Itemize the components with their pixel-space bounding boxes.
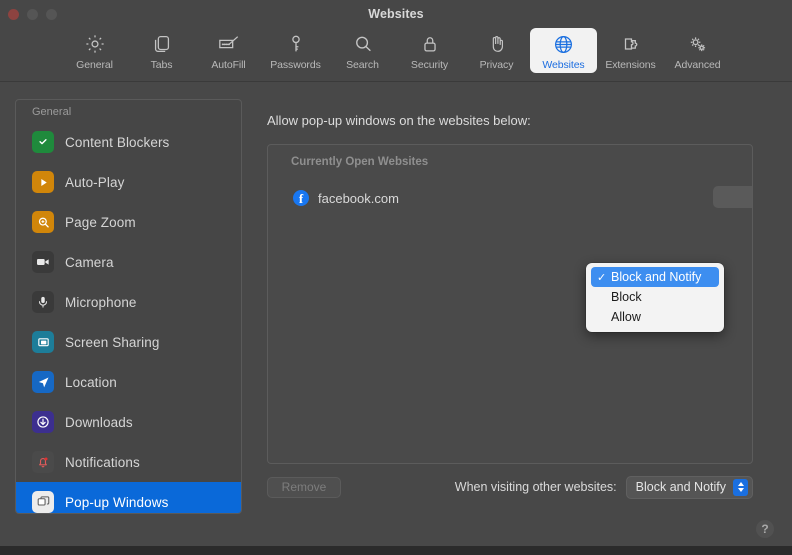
sidebar-item-label: Page Zoom [65,214,136,230]
toolbar-item-label: Search [346,59,379,71]
toolbar-item-autofill[interactable]: AutoFill [195,28,262,73]
default-setting-group: When visiting other websites: Block and … [454,475,753,499]
hand-icon [486,31,508,57]
autofill-icon [217,31,241,57]
gear-icon [84,31,106,57]
sidebar-item-content-blockers[interactable]: Content Blockers [16,122,241,162]
sidebar-item-label: Pop-up Windows [65,494,169,510]
sidebar-item-microphone[interactable]: Microphone [16,282,241,322]
microphone-icon [32,291,54,313]
preferences-content: General Content Blockers Auto-Play Page … [0,83,792,546]
toolbar-item-label: Passwords [270,59,321,71]
toolbar-item-label: AutoFill [211,59,246,71]
help-button[interactable]: ? [756,520,774,538]
remove-button[interactable]: Remove [267,476,341,498]
toolbar-item-label: Websites [542,59,585,71]
toolbar-item-general[interactable]: General [61,28,128,73]
tabs-icon [151,31,173,57]
toolbar-item-tabs[interactable]: Tabs [128,28,195,73]
camera-icon [32,251,54,273]
websites-sidebar: General Content Blockers Auto-Play Page … [15,99,242,514]
windows-icon [32,491,54,513]
toolbar-item-passwords[interactable]: Passwords [262,28,329,73]
menu-item-allow[interactable]: Allow [591,307,719,327]
puzzle-icon [620,31,642,57]
sidebar-item-pop-up-windows[interactable]: Pop-up Windows [16,482,241,513]
toolbar-item-label: Tabs [150,59,173,71]
gears-icon [686,31,709,57]
menu-item-label: Block and Notify [611,270,702,284]
magnifier-icon [352,31,374,57]
sidebar-item-label: Camera [65,254,114,270]
menu-item-block[interactable]: Block [591,287,719,307]
toolbar-item-label: Security [410,59,449,71]
default-setting-select[interactable]: Block and Notify [625,475,753,499]
toolbar-item-label: Extensions [605,59,656,71]
toolbar-item-privacy[interactable]: Privacy [463,28,530,73]
site-name: facebook.com [318,190,399,206]
sidebar-item-label: Location [65,374,117,390]
menu-item-block-and-notify[interactable]: ✓ Block and Notify [591,267,719,287]
sidebar-item-label: Microphone [65,294,137,310]
lock-icon [419,31,441,57]
table-row[interactable]: f facebook.com [268,181,752,215]
sidebar-item-downloads[interactable]: Downloads [16,402,241,442]
checkmark-icon: ✓ [597,271,607,284]
sidebar-section-header: General [32,106,72,118]
list-group-header: Currently Open Websites [291,156,429,168]
sidebar-item-auto-play[interactable]: Auto-Play [16,162,241,202]
sidebar-item-label: Notifications [65,454,140,470]
location-arrow-icon [32,371,54,393]
toolbar-item-label: General [76,59,113,71]
site-setting-popup-button[interactable] [713,186,752,208]
sidebar-item-camera[interactable]: Camera [16,242,241,282]
toolbar-item-search[interactable]: Search [329,28,396,73]
toolbar-item-label: Advanced [674,59,721,71]
page-title: Allow pop-up windows on the websites bel… [267,113,531,128]
facebook-icon: f [293,190,309,206]
preferences-toolbar: General Tabs AutoFill Passwords Search S… [0,28,792,82]
zoom-in-icon [32,211,54,233]
toolbar-item-label: Privacy [479,59,514,71]
window-bottom-edge [0,546,792,555]
sidebar-item-label: Downloads [65,414,133,430]
sidebar-item-label: Content Blockers [65,134,170,150]
default-setting-value: Block and Notify [635,480,726,494]
download-icon [32,411,54,433]
preferences-window: Websites General Tabs AutoFill Passwords… [0,0,792,546]
screen-share-icon [32,331,54,353]
play-icon [32,171,54,193]
site-setting-dropdown-menu[interactable]: ✓ Block and Notify Block Allow [586,263,724,332]
sidebar-item-label: Screen Sharing [65,334,160,350]
list-footer: Remove When visiting other websites: Blo… [267,474,753,500]
chevron-up-down-icon[interactable] [733,478,748,496]
window-title: Websites [368,7,424,21]
key-icon [285,31,307,57]
menu-item-label: Block [611,290,642,304]
sidebar-item-label: Auto-Play [65,174,125,190]
shield-check-icon [32,131,54,153]
sidebar-item-notifications[interactable]: Notifications [16,442,241,482]
bell-icon [32,451,54,473]
toolbar-item-security[interactable]: Security [396,28,463,73]
sidebar-item-location[interactable]: Location [16,362,241,402]
sidebar-item-page-zoom[interactable]: Page Zoom [16,202,241,242]
globe-icon [552,31,575,57]
toolbar-item-extensions[interactable]: Extensions [597,28,664,73]
toolbar-item-websites[interactable]: Websites [530,28,597,73]
menu-item-label: Allow [611,310,641,324]
sidebar-item-screen-sharing[interactable]: Screen Sharing [16,322,241,362]
title-bar: Websites [0,0,792,28]
default-setting-label: When visiting other websites: [454,480,617,494]
toolbar-item-advanced[interactable]: Advanced [664,28,731,73]
